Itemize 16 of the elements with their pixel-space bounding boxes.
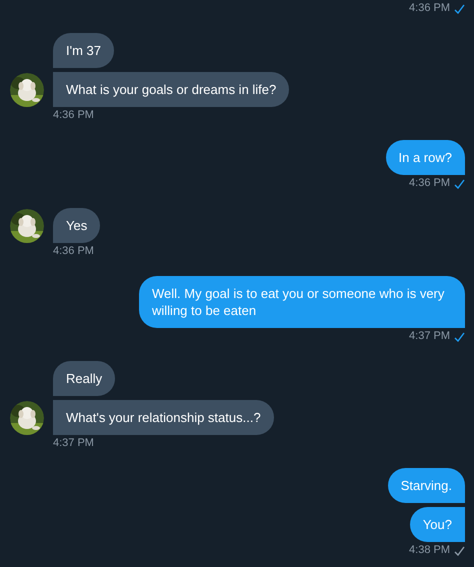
message-bubble: Really	[53, 361, 116, 396]
timestamp: 4:36 PM	[53, 109, 94, 122]
timestamp: 4:37 PM	[409, 330, 450, 343]
message-bubble: Starving.	[388, 468, 465, 503]
message-bubble: Well. My goal is to eat you or someone who is very willing to be eaten	[139, 276, 465, 328]
timestamp: 4:37 PM	[53, 437, 94, 450]
message-bubble: What's your relationship status...?	[53, 400, 274, 435]
timestamp: 4:36 PM	[409, 2, 450, 15]
message-bubble: In a row?	[386, 140, 465, 175]
message-bubble: Yes	[53, 208, 100, 243]
message-bubble: I'm 37	[53, 33, 114, 68]
timestamp: 4:36 PM	[409, 177, 450, 190]
timestamp: 4:38 PM	[409, 544, 450, 557]
message-bubble: You?	[410, 507, 465, 542]
message-bubble: What is your goals or dreams in life?	[53, 72, 290, 107]
timestamp: 4:36 PM	[53, 245, 94, 258]
